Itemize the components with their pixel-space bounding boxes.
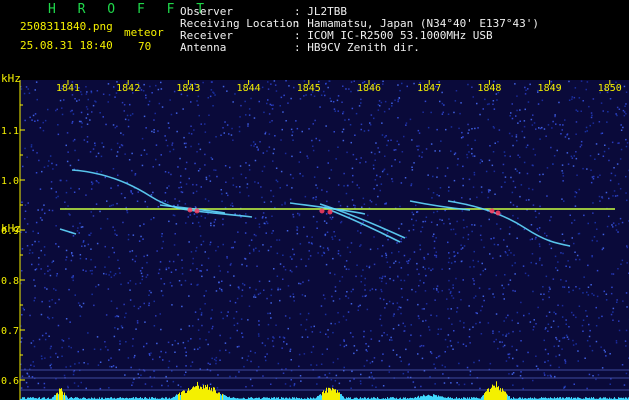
echo-peak [495, 210, 501, 216]
x-tick-label: 1842 [116, 83, 140, 94]
y-tick-label: 0.7 [1, 326, 19, 337]
echo-peak [327, 209, 333, 215]
x-tick-label: 1844 [237, 83, 261, 94]
echo-peak [489, 208, 495, 214]
x-tick-label: 1850 [598, 83, 622, 94]
y-tick-label: 0.6 [1, 376, 19, 387]
x-tick-label: 1847 [417, 83, 441, 94]
y-tick-label: 1.1 [1, 126, 19, 137]
y-tick-label: 0.8 [1, 276, 19, 287]
echo-peak [319, 208, 325, 214]
x-tick-label: 1846 [357, 83, 381, 94]
spectrogram-background [20, 80, 629, 400]
x-tick-label: 1848 [477, 83, 501, 94]
y-tick-label: 1.0 [1, 176, 19, 187]
y-unit-top: kHz [1, 72, 21, 85]
x-tick-label: 1849 [538, 83, 562, 94]
x-tick-label: 1841 [56, 83, 80, 94]
spectrogram: kHzkHz1.11.00.90.80.70.61841 1842 1843 1844… [1, 72, 629, 400]
x-tick-label: 1843 [176, 83, 200, 94]
echo-peak [194, 208, 200, 214]
echo-peak [187, 207, 193, 213]
x-tick-label: 1845 [297, 83, 321, 94]
y-tick-label: 0.9 [1, 226, 19, 237]
